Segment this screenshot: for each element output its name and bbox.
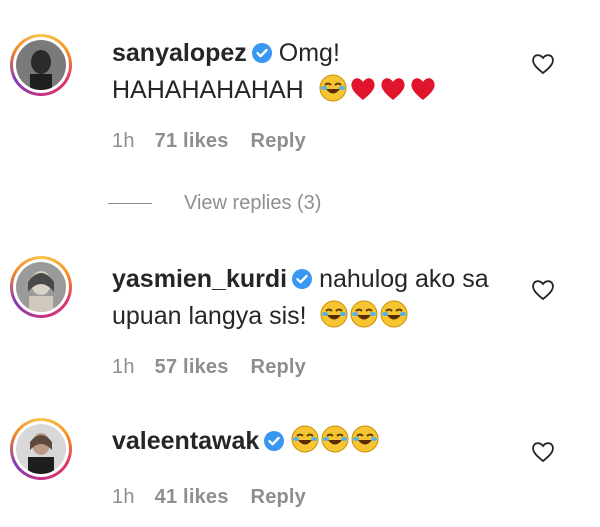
verified-badge-icon <box>291 265 313 299</box>
comment-text: sanyalopez Omg! HAHAHAHAHAH <box>112 36 512 111</box>
avatar[interactable] <box>10 34 72 96</box>
reply-button[interactable]: Reply <box>251 130 306 152</box>
comment-body-line2: HAHAHAHAHAH <box>112 76 304 104</box>
comment-time: 1h <box>112 130 135 152</box>
joy-emoji-icon <box>291 425 319 462</box>
joy-emoji-icon <box>350 300 378 337</box>
heart-emoji-icon <box>379 76 407 111</box>
comment-meta: 1h 71 likes Reply <box>112 130 328 153</box>
comment-body-line2: upuan langya sis! <box>112 302 307 330</box>
comment-text: yasmien_kurdi nahulog ako sa upuan langya… <box>112 262 512 337</box>
heart-emoji-icon <box>409 76 437 111</box>
like-heart-icon[interactable] <box>530 440 556 464</box>
comment-time: 1h <box>112 356 135 378</box>
comment-meta: 1h 41 likes Reply <box>112 486 328 509</box>
comment-likes[interactable]: 57 likes <box>155 356 229 378</box>
comment-likes[interactable]: 71 likes <box>155 130 229 152</box>
comment-likes[interactable]: 41 likes <box>155 486 229 508</box>
verified-badge-icon <box>251 39 273 73</box>
avatar[interactable] <box>10 418 72 480</box>
view-replies-button[interactable]: View replies (3) <box>108 192 321 215</box>
joy-emoji-icon <box>319 74 347 111</box>
comment-username[interactable]: sanyalopez <box>112 39 247 67</box>
like-heart-icon[interactable] <box>530 278 556 302</box>
comment-text: valeentawak <box>112 424 512 462</box>
like-heart-icon[interactable] <box>530 52 556 76</box>
comment-time: 1h <box>112 486 135 508</box>
divider-line <box>108 203 152 204</box>
joy-emoji-icon <box>380 300 408 337</box>
avatar[interactable] <box>10 256 72 318</box>
reply-button[interactable]: Reply <box>251 486 306 508</box>
joy-emoji-icon <box>321 425 349 462</box>
view-replies-label: View replies (3) <box>184 192 322 214</box>
verified-badge-icon <box>263 427 285 461</box>
comment-body-line1: Omg! <box>278 39 340 67</box>
comment-username[interactable]: yasmien_kurdi <box>112 265 287 293</box>
comment-meta: 1h 57 likes Reply <box>112 356 328 379</box>
reply-button[interactable]: Reply <box>251 356 306 378</box>
joy-emoji-icon <box>320 300 348 337</box>
comment-body-line1: nahulog ako sa <box>319 265 489 293</box>
heart-emoji-icon <box>349 76 377 111</box>
comment-username[interactable]: valeentawak <box>112 427 259 455</box>
joy-emoji-icon <box>351 425 379 462</box>
